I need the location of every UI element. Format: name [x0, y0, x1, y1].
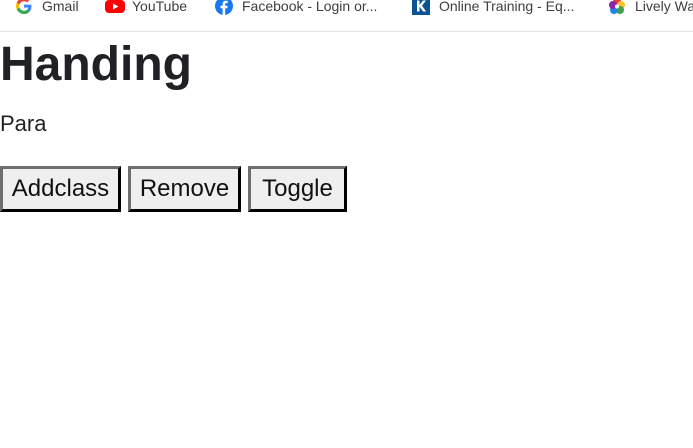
page-paragraph: Para: [0, 111, 47, 136]
bookmark-online-training[interactable]: Online Training - Eq...: [412, 0, 574, 16]
bookmark-label: Online Training - Eq...: [439, 0, 575, 14]
bookmark-youtube[interactable]: YouTube: [105, 0, 187, 16]
bookmark-label: Gmail: [42, 0, 79, 14]
facebook-icon: [215, 0, 233, 16]
page-content: Handing Para Addclass Remove Toggle: [0, 32, 693, 448]
addclass-button[interactable]: Addclass: [0, 166, 121, 212]
bookmark-facebook[interactable]: Facebook - Login or...: [215, 0, 377, 16]
bookmark-gmail[interactable]: Gmail: [15, 0, 79, 16]
bookmark-label: YouTube: [132, 0, 188, 14]
remove-button[interactable]: Remove: [128, 166, 241, 212]
page-heading: Handing: [0, 38, 192, 91]
bookmark-label: Facebook - Login or...: [242, 0, 378, 14]
bookmark-lively[interactable]: Lively Wa: [608, 0, 693, 16]
toggle-button[interactable]: Toggle: [248, 166, 347, 212]
k-icon: [412, 0, 430, 15]
youtube-icon: [105, 0, 125, 15]
google-icon: [15, 0, 33, 15]
bookmark-label: Lively Wa: [635, 0, 693, 14]
lively-icon: [608, 0, 626, 15]
bookmarks-bar: Gmail YouTube Facebook - Login or... Onl…: [0, 0, 693, 32]
